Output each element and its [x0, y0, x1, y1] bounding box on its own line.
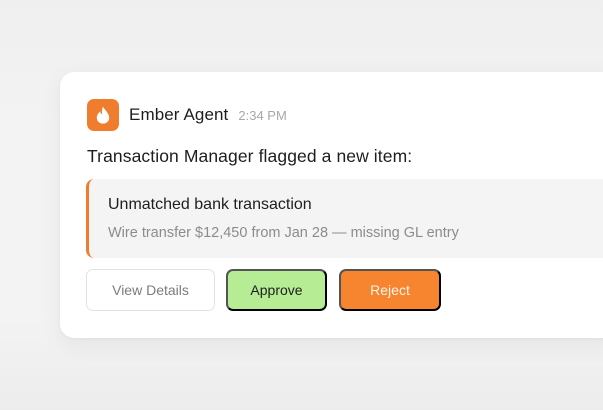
notification-card: Ember Agent 2:34 PM Transaction Manager …: [60, 72, 603, 338]
flame-icon: [96, 106, 110, 124]
view-details-button[interactable]: View Details: [86, 269, 215, 311]
notification-header: Ember Agent 2:34 PM: [87, 99, 287, 131]
flagged-item: Unmatched bank transaction Wire transfer…: [86, 179, 603, 258]
flagged-item-title: Unmatched bank transaction: [108, 196, 312, 213]
approve-button[interactable]: Approve: [226, 269, 327, 311]
reject-button[interactable]: Reject: [339, 269, 441, 311]
flagged-item-detail: Wire transfer $12,450 from Jan 28 — miss…: [108, 225, 459, 241]
message-timestamp: 2:34 PM: [238, 107, 287, 123]
notification-message: Transaction Manager flagged a new item:: [87, 146, 413, 166]
agent-avatar: [87, 99, 119, 131]
agent-name: Ember Agent: [129, 105, 229, 124]
